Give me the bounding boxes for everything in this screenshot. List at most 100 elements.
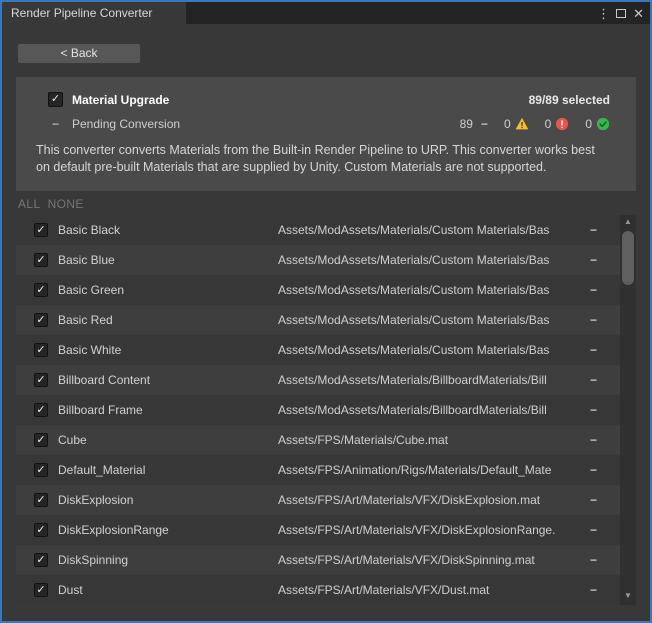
tab-render-pipeline-converter[interactable]: Render Pipeline Converter	[2, 2, 186, 24]
row-checkbox[interactable]	[34, 523, 48, 537]
material-name: Basic Blue	[58, 253, 278, 267]
converter-header-row: Material Upgrade 89/89 selected	[48, 92, 610, 107]
row-checkbox[interactable]	[34, 493, 48, 507]
material-path: Assets/FPS/Art/Materials/VFX/Dust.mat	[278, 583, 590, 597]
row-checkbox[interactable]	[34, 253, 48, 267]
row-status-dash: −	[590, 493, 620, 507]
row-status-dash: −	[590, 253, 620, 267]
material-path: Assets/FPS/Art/Materials/VFX/DiskExplosi…	[278, 493, 590, 507]
scrollbar[interactable]: ▲ ▼	[620, 215, 636, 605]
table-row[interactable]: Basic Red Assets/ModAssets/Materials/Cus…	[16, 305, 620, 335]
converter-description: This converter converts Materials from t…	[36, 142, 610, 176]
scrollbar-thumb[interactable]	[622, 231, 634, 285]
row-checkbox[interactable]	[34, 343, 48, 357]
material-path: Assets/FPS/Animation/Rigs/Materials/Defa…	[278, 463, 590, 477]
material-name: Basic Red	[58, 313, 278, 327]
row-status-dash: −	[590, 403, 620, 417]
row-status-dash: −	[590, 583, 620, 597]
scroll-down-icon[interactable]: ▼	[620, 591, 636, 603]
row-status-dash: −	[590, 463, 620, 477]
row-checkbox[interactable]	[34, 223, 48, 237]
table-row[interactable]: Billboard Content Assets/ModAssets/Mater…	[16, 365, 620, 395]
row-status-dash: −	[590, 553, 620, 567]
material-path: Assets/ModAssets/Materials/Custom Materi…	[278, 223, 590, 237]
table-row[interactable]: Basic Black Assets/ModAssets/Materials/C…	[16, 215, 620, 245]
row-status-dash: −	[590, 313, 620, 327]
success-icon	[596, 117, 610, 131]
window-controls: ⋮ ✕	[597, 2, 644, 24]
select-all-link[interactable]: ALL	[18, 197, 41, 211]
table-row[interactable]: Cube Assets/FPS/Materials/Cube.mat −	[16, 425, 620, 455]
error-icon	[555, 117, 569, 131]
material-path: Assets/ModAssets/Materials/BillboardMate…	[278, 403, 590, 417]
row-checkbox[interactable]	[34, 463, 48, 477]
row-status-dash: −	[590, 283, 620, 297]
selected-summary: 89/89 selected	[529, 93, 610, 107]
converter-title: Material Upgrade	[72, 93, 169, 107]
table-row[interactable]: Billboard Frame Assets/ModAssets/Materia…	[16, 395, 620, 425]
row-checkbox[interactable]	[34, 283, 48, 297]
selection-links: ALL NONE	[18, 197, 650, 211]
select-none-link[interactable]: NONE	[48, 197, 84, 211]
converter-panel: Material Upgrade 89/89 selected − Pendin…	[16, 77, 636, 191]
row-status-dash: −	[590, 343, 620, 357]
table-row[interactable]: Dust Assets/FPS/Art/Materials/VFX/Dust.m…	[16, 575, 620, 605]
pending-conversion-label: Pending Conversion	[72, 117, 180, 131]
row-checkbox[interactable]	[34, 553, 48, 567]
material-name: DiskSpinning	[58, 553, 278, 567]
close-icon[interactable]: ✕	[633, 7, 644, 20]
table-row[interactable]: Basic Blue Assets/ModAssets/Materials/Cu…	[16, 245, 620, 275]
material-name: Billboard Frame	[58, 403, 278, 417]
material-name: Basic Black	[58, 223, 278, 237]
error-count-group: 0	[545, 117, 570, 131]
material-list: Basic Black Assets/ModAssets/Materials/C…	[16, 215, 636, 605]
error-count: 0	[545, 117, 552, 131]
material-path: Assets/FPS/Materials/Cube.mat	[278, 433, 590, 447]
material-name: DiskExplosionRange	[58, 523, 278, 537]
pending-count-group: 89 −	[460, 117, 488, 131]
material-name: Basic Green	[58, 283, 278, 297]
table-row[interactable]: DiskExplosionRange Assets/FPS/Art/Materi…	[16, 515, 620, 545]
status-counts: 89 − 0 0	[448, 117, 610, 131]
material-path: Assets/FPS/Art/Materials/VFX/DiskExplosi…	[278, 523, 590, 537]
pending-count: 89	[460, 117, 473, 131]
material-path: Assets/ModAssets/Materials/Custom Materi…	[278, 283, 590, 297]
warning-icon	[515, 117, 529, 131]
row-checkbox[interactable]	[34, 433, 48, 447]
material-path: Assets/FPS/Art/Materials/VFX/DiskSpinnin…	[278, 553, 590, 567]
table-row[interactable]: Default_Material Assets/FPS/Animation/Ri…	[16, 455, 620, 485]
row-checkbox[interactable]	[34, 313, 48, 327]
material-name: Default_Material	[58, 463, 278, 477]
pending-dash-icon: −	[48, 117, 63, 131]
material-name: Cube	[58, 433, 278, 447]
pending-status-icon: −	[481, 117, 488, 131]
material-name: Basic White	[58, 343, 278, 357]
row-checkbox[interactable]	[34, 373, 48, 387]
material-name: DiskExplosion	[58, 493, 278, 507]
warning-count: 0	[504, 117, 511, 131]
table-row[interactable]: Basic White Assets/ModAssets/Materials/C…	[16, 335, 620, 365]
warning-count-group: 0	[504, 117, 529, 131]
material-path: Assets/ModAssets/Materials/BillboardMate…	[278, 373, 590, 387]
material-rows: Basic Black Assets/ModAssets/Materials/C…	[16, 215, 620, 605]
material-path: Assets/ModAssets/Materials/Custom Materi…	[278, 313, 590, 327]
row-checkbox[interactable]	[34, 583, 48, 597]
render-pipeline-converter-window: Render Pipeline Converter ⋮ ✕ < Back Mat…	[0, 0, 652, 623]
row-status-dash: −	[590, 373, 620, 387]
material-name: Dust	[58, 583, 278, 597]
success-count-group: 0	[585, 117, 610, 131]
row-status-dash: −	[590, 433, 620, 447]
table-row[interactable]: DiskSpinning Assets/FPS/Art/Materials/VF…	[16, 545, 620, 575]
material-path: Assets/ModAssets/Materials/Custom Materi…	[278, 343, 590, 357]
row-checkbox[interactable]	[34, 403, 48, 417]
converter-checkbox[interactable]	[48, 92, 63, 107]
table-row[interactable]: Basic Green Assets/ModAssets/Materials/C…	[16, 275, 620, 305]
row-status-dash: −	[590, 223, 620, 237]
maximize-icon[interactable]	[616, 9, 626, 18]
kebab-menu-icon[interactable]: ⋮	[597, 7, 609, 20]
table-row[interactable]: DiskExplosion Assets/FPS/Art/Materials/V…	[16, 485, 620, 515]
scroll-up-icon[interactable]: ▲	[624, 217, 632, 229]
back-button[interactable]: < Back	[17, 43, 141, 64]
window-title: Render Pipeline Converter	[11, 6, 152, 20]
material-name: Billboard Content	[58, 373, 278, 387]
